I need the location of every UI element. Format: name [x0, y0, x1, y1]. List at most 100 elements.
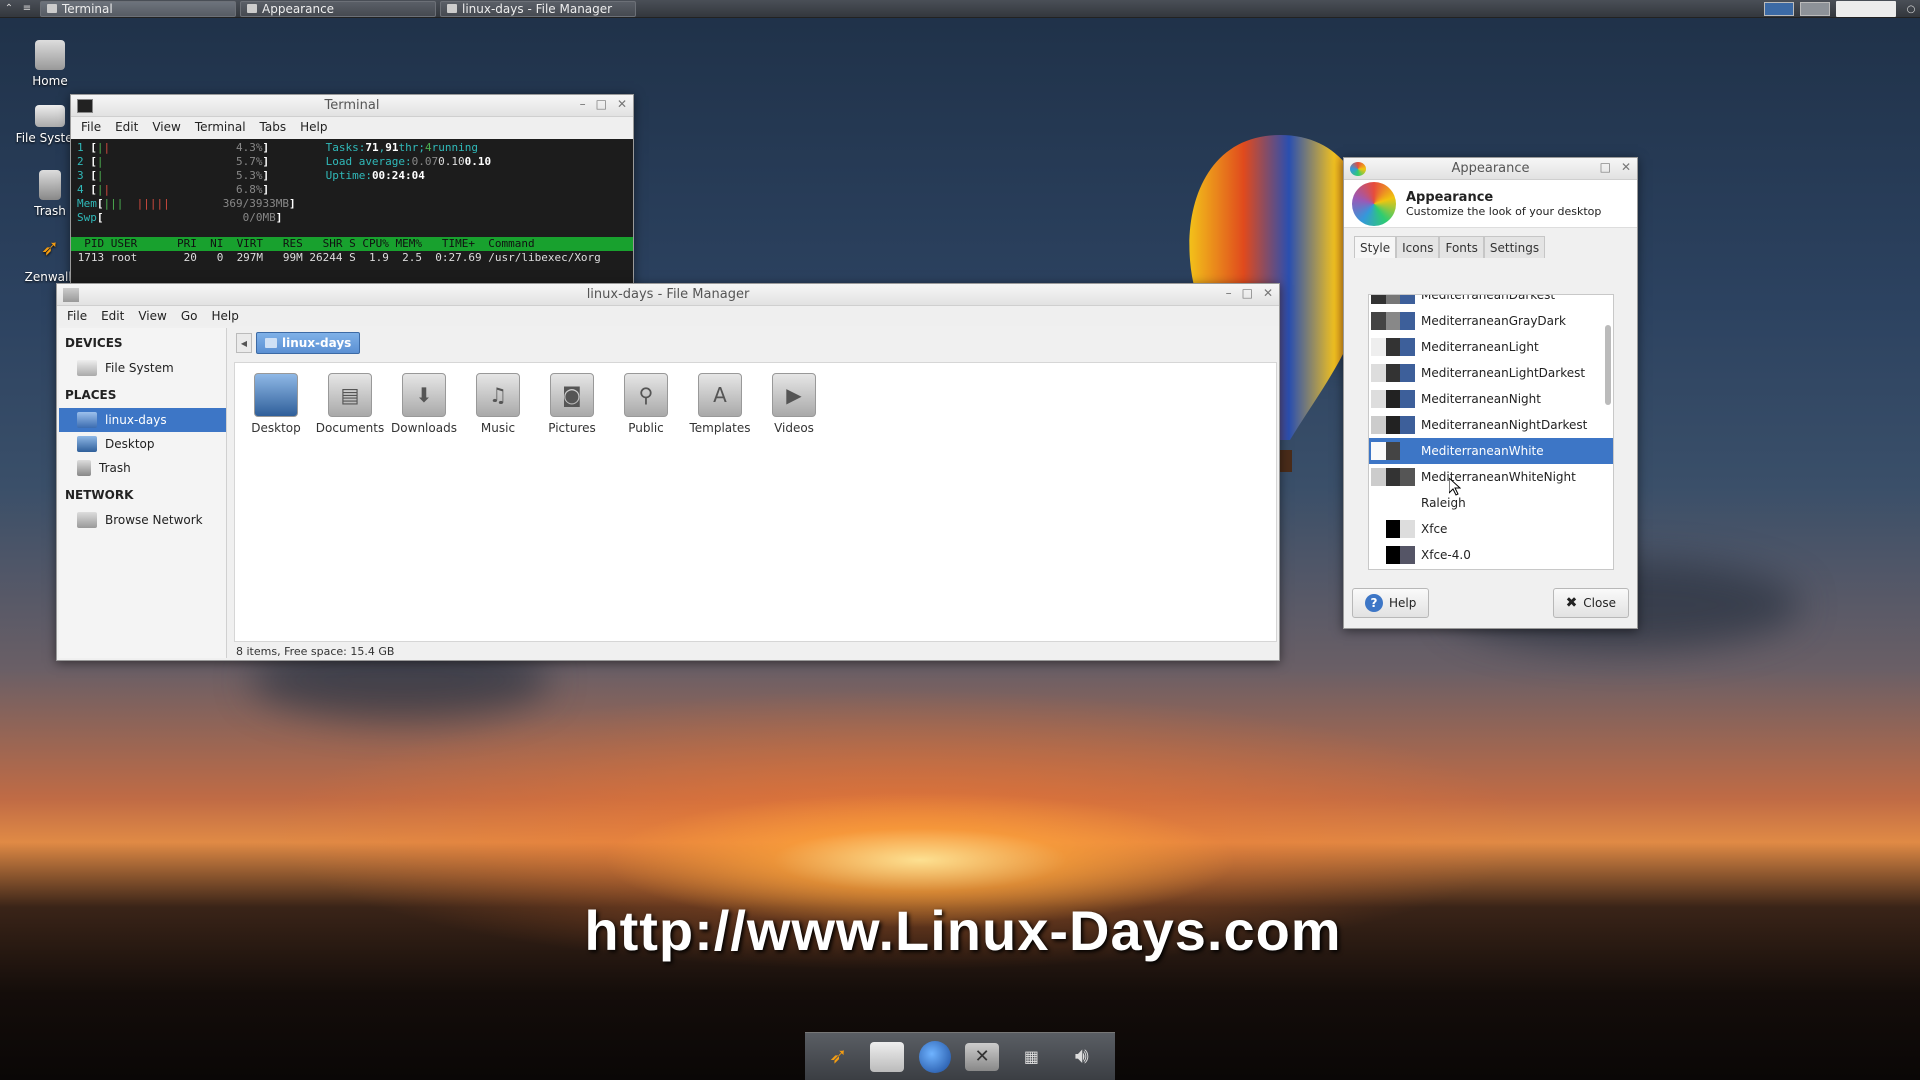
file-item-documents[interactable]: ▤ Documents [313, 373, 387, 435]
tab-icons[interactable]: Icons [1396, 236, 1440, 258]
file-item-public[interactable]: ⚲ Public [609, 373, 683, 435]
sidebar-item-browse-network[interactable]: Browse Network [59, 508, 226, 532]
appearance-titlebar[interactable]: Appearance □ ✕ [1344, 158, 1637, 180]
theme-row[interactable]: Raleigh [1369, 490, 1613, 516]
task-appearance[interactable]: Appearance [240, 0, 436, 17]
close-icon[interactable]: ✕ [617, 97, 627, 111]
sidebar-item-linux-days[interactable]: linux-days [59, 408, 226, 432]
path-bar: ◀ linux-days [234, 328, 1277, 358]
sidebar-item-file-system[interactable]: File System [59, 356, 226, 380]
file-manager-titlebar[interactable]: linux-days - File Manager – □ ✕ [57, 284, 1279, 306]
menu-file[interactable]: File [67, 309, 87, 323]
theme-row[interactable]: Xfce [1369, 516, 1613, 542]
menu-go[interactable]: Go [181, 309, 198, 323]
theme-name: MediterraneanNightDarkest [1421, 418, 1588, 432]
close-button-label: Close [1583, 596, 1616, 610]
workspace-1[interactable] [1764, 2, 1794, 16]
folder-icon [63, 288, 79, 302]
help-button-label: Help [1389, 596, 1417, 610]
file-manager-menubar: File Edit View Go Help [57, 306, 1279, 326]
mouse-cursor-icon [1449, 478, 1461, 496]
menu-help[interactable]: Help [300, 120, 327, 134]
menu-view[interactable]: View [138, 309, 166, 323]
appearance-heading: Appearance [1406, 189, 1494, 205]
theme-row[interactable]: MediterraneanNightDarkest [1369, 412, 1613, 438]
settings-launcher-icon[interactable]: ✕ [965, 1042, 1000, 1071]
menu-view[interactable]: View [152, 120, 180, 134]
file-item-videos[interactable]: ▶ Videos [757, 373, 831, 435]
desktop-icon-home[interactable]: Home [5, 40, 95, 88]
cpu-num: 3 [77, 169, 84, 182]
theme-row[interactable]: Xfce-4.0 [1369, 542, 1613, 568]
close-icon: ✖ [1565, 595, 1578, 611]
file-view[interactable]: Desktop ▤ Documents ⬇ Downloads ♫ Music … [234, 362, 1277, 642]
maximize-icon[interactable]: □ [596, 97, 607, 111]
web-browser-launcher-icon[interactable] [918, 1040, 951, 1073]
path-crumb-label: linux-days [282, 336, 352, 350]
zenwalk-launcher-icon[interactable]: ➶ [820, 1039, 856, 1075]
terminal-titlebar[interactable]: Terminal – □ ✕ [71, 95, 633, 117]
chevron-up-icon[interactable]: ⌃ [0, 0, 18, 18]
desktop-icon-label: Trash [34, 204, 66, 218]
theme-row[interactable]: MediterraneanLightDarkest [1369, 360, 1613, 386]
theme-list[interactable]: MediterraneanDarkest MediterraneanGrayDa… [1368, 294, 1614, 570]
theme-list-scrollbar[interactable] [1605, 325, 1611, 405]
file-item-pictures[interactable]: ◙ Pictures [535, 373, 609, 435]
load-label: Load average: [325, 155, 412, 168]
file-item-music[interactable]: ♫ Music [461, 373, 535, 435]
theme-row[interactable]: MediterraneanWhiteNight [1369, 464, 1613, 490]
uptime-value: 00:24:04 [371, 169, 425, 182]
file-item-templates[interactable]: A Templates [683, 373, 757, 435]
tab-style[interactable]: Style [1354, 236, 1397, 258]
minimize-icon[interactable]: – [580, 97, 586, 111]
theme-row-selected[interactable]: MediterraneanWhite [1369, 438, 1613, 464]
file-item-downloads[interactable]: ⬇ Downloads [387, 373, 461, 435]
task-file-manager[interactable]: linux-days - File Manager [440, 0, 636, 17]
menu-icon[interactable]: ≡ [18, 0, 36, 18]
clock[interactable] [1836, 1, 1896, 17]
system-tools-launcher-icon[interactable]: ▦ [1013, 1039, 1049, 1075]
documents-folder-icon: ▤ [328, 373, 372, 417]
theme-swatch [1371, 494, 1416, 512]
file-manager-launcher-icon[interactable] [870, 1041, 905, 1072]
workspace-2[interactable] [1800, 2, 1830, 16]
menu-edit[interactable]: Edit [101, 309, 124, 323]
tab-fonts[interactable]: Fonts [1439, 236, 1484, 258]
theme-row[interactable]: MediterraneanLight [1369, 334, 1613, 360]
help-button[interactable]: ? Help [1352, 588, 1430, 618]
sidebar-item-trash[interactable]: Trash [59, 456, 226, 480]
theme-row[interactable]: MediterraneanDarkest [1369, 295, 1613, 308]
menu-edit[interactable]: Edit [115, 120, 138, 134]
volume-icon[interactable]: 🔊︎ [1064, 1039, 1100, 1075]
theme-row[interactable]: MediterraneanGrayDark [1369, 308, 1613, 334]
desktop-icon-label: Home [32, 74, 68, 88]
task-terminal[interactable]: Terminal [40, 0, 236, 17]
theme-row[interactable]: MediterraneanNight [1369, 386, 1613, 412]
minimize-icon[interactable]: – [1226, 286, 1232, 300]
menu-help[interactable]: Help [211, 309, 238, 323]
theme-swatch [1371, 442, 1416, 460]
maximize-icon[interactable]: □ [1600, 160, 1611, 174]
path-crumb[interactable]: linux-days [256, 332, 361, 354]
drive-icon [77, 360, 97, 376]
task-label: Terminal [62, 1, 113, 16]
file-item-label: Pictures [548, 421, 596, 435]
cpu-pct: 6.8% [235, 183, 263, 196]
file-item-desktop[interactable]: Desktop [239, 373, 313, 435]
sidebar-item-desktop[interactable]: Desktop [59, 432, 226, 456]
music-folder-icon: ♫ [476, 373, 520, 417]
close-button[interactable]: ✖ Close [1552, 588, 1629, 618]
close-icon[interactable]: ✕ [1263, 286, 1273, 300]
menu-tabs[interactable]: Tabs [260, 120, 287, 134]
tab-settings[interactable]: Settings [1483, 236, 1546, 258]
maximize-icon[interactable]: □ [1242, 286, 1253, 300]
theme-name: MediterraneanNight [1421, 392, 1541, 406]
help-icon: ? [1365, 594, 1383, 612]
desktop-folder-icon [254, 373, 298, 417]
close-icon[interactable]: ✕ [1621, 160, 1631, 174]
path-back-arrow-icon[interactable]: ◀ [236, 333, 252, 353]
power-icon[interactable]: ○ [1902, 0, 1920, 18]
htop-process-row[interactable]: 1713 root 20 0 297M 99M 26244 S 1.9 2.5 … [71, 251, 601, 265]
menu-file[interactable]: File [81, 120, 101, 134]
menu-terminal[interactable]: Terminal [195, 120, 246, 134]
